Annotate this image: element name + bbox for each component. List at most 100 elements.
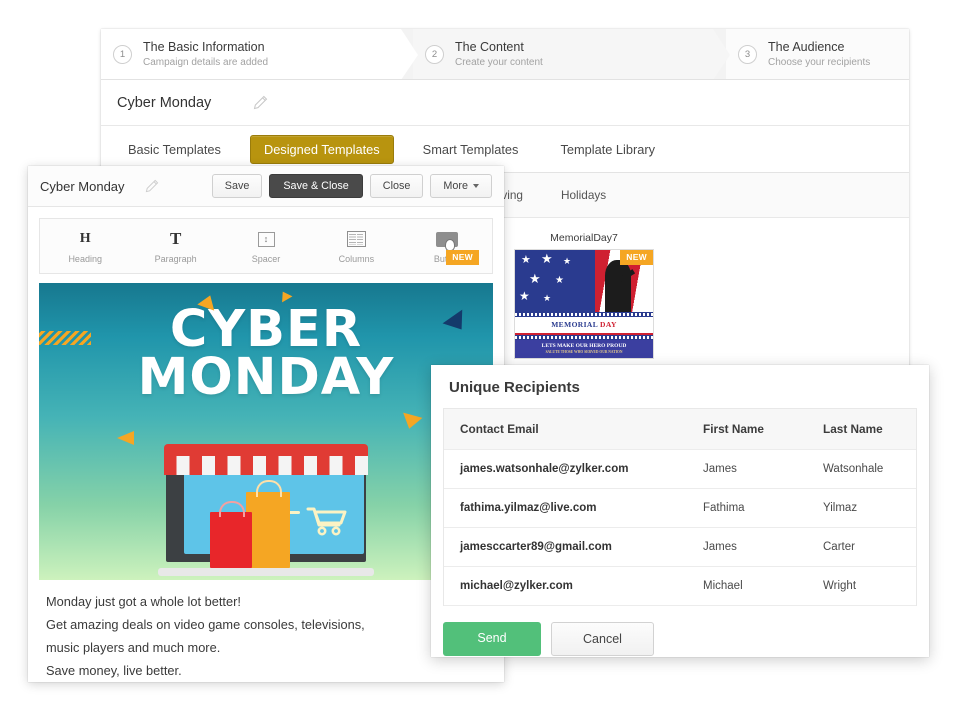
template-name: MemorialDay7 [550, 232, 618, 244]
step-basic-information[interactable]: 1 The Basic Information Campaign details… [101, 29, 418, 79]
flag-divider [515, 312, 653, 317]
cell-email: fathima.yilmaz@live.com [460, 502, 597, 514]
star-icon: ★ [555, 275, 564, 286]
shop-illustration [158, 444, 374, 580]
step-title: The Content [455, 40, 524, 55]
step-the-content[interactable]: 2 The Content Create your content [396, 29, 730, 79]
table-row[interactable]: james.watsonhale@zylker.com James Watson… [444, 450, 916, 489]
orange-shopping-bag-icon [246, 480, 290, 568]
step-subtitle: Create your content [455, 57, 543, 69]
table-row[interactable]: jamesccarter89@gmail.com James Carter [444, 528, 916, 567]
triangle-icon [399, 412, 423, 432]
zigzag-icon [39, 331, 91, 345]
cell-first-name: Fathima [703, 502, 745, 514]
cell-email: james.watsonhale@zylker.com [460, 463, 629, 475]
tool-heading[interactable]: H Heading [40, 228, 130, 264]
cell-first-name: James [703, 463, 737, 475]
memorialday-title: MEMORIAL DAY [515, 317, 653, 333]
step-number: 1 [113, 45, 132, 64]
step-title: The Basic Information [143, 40, 265, 55]
cell-last-name: Yilmaz [823, 502, 858, 514]
table-row[interactable]: fathima.yilmaz@live.com Fathima Yilmaz [444, 489, 916, 528]
page-title: Cyber Monday [117, 94, 212, 111]
tool-label: Columns [338, 254, 375, 264]
cancel-button[interactable]: Cancel [551, 622, 654, 656]
title-part-b: DAY [600, 320, 617, 329]
tool-label: Paragraph [154, 254, 197, 264]
triangle-icon [117, 431, 134, 445]
tab-template-library[interactable]: Template Library [547, 136, 668, 163]
tool-label: Heading [68, 254, 102, 264]
tool-paragraph[interactable]: T Paragraph [130, 228, 220, 264]
columns-icon [311, 228, 401, 250]
unique-recipients-dialog: Unique Recipients Contact Email First Na… [431, 365, 929, 657]
tab-basic-templates[interactable]: Basic Templates [115, 136, 234, 163]
save-button[interactable]: Save [211, 174, 263, 198]
button-icon [402, 228, 492, 251]
tool-label: Spacer [251, 254, 281, 264]
tab-designed-templates[interactable]: Designed Templates [249, 134, 394, 164]
template-thumbnail[interactable]: NEW ★ ★ ★ ★ ★ ★ ★ MEMORIAL DAY LETS MAKE… [514, 249, 654, 359]
tool-spacer[interactable]: ↕ Spacer [221, 228, 311, 264]
awning-scallop [164, 456, 368, 480]
pencil-icon[interactable] [145, 179, 159, 193]
star-icon: ★ [521, 254, 531, 266]
editor-action-buttons: Save Save & Close Close More [211, 174, 492, 198]
table-row[interactable]: michael@zylker.com Michael Wright [444, 567, 916, 606]
banner-headline-line1: CYBER [169, 300, 363, 359]
campaign-title-row: Cyber Monday [101, 80, 909, 126]
star-icon: ★ [529, 271, 541, 286]
shop-awning [164, 444, 368, 480]
shopping-cart-icon [306, 507, 347, 536]
red-shopping-bag-icon [210, 501, 252, 568]
spacer-icon: ↕ [221, 228, 311, 250]
star-icon: ★ [519, 289, 530, 303]
message-line-2: SALUTE THOSE WHO SERVED OUR NATION [545, 350, 623, 354]
column-header-last-name: Last Name [823, 422, 883, 436]
cell-first-name: James [703, 541, 737, 553]
more-button[interactable]: More [430, 174, 492, 198]
save-and-close-button[interactable]: Save & Close [269, 174, 363, 198]
column-header-contact-email: Contact Email [460, 422, 539, 436]
dialog-title: Unique Recipients [449, 379, 580, 396]
close-button[interactable]: Close [369, 174, 424, 198]
star-icon: ★ [563, 256, 572, 266]
send-button[interactable]: Send [443, 622, 541, 656]
pencil-icon[interactable] [253, 95, 268, 110]
memorialday-footer: Hi Frank, [515, 358, 653, 359]
editor-title: Cyber Monday [40, 178, 125, 194]
step-the-audience[interactable]: 3 The Audience Choose your recipients [709, 29, 909, 79]
new-badge: NEW [446, 250, 479, 265]
memorialday-message: LETS MAKE OUR HERO PROUD SALUTE THOSE WH… [515, 340, 653, 358]
dialog-actions: Send Cancel [431, 606, 929, 656]
step-number: 3 [738, 45, 757, 64]
subtab-holidays[interactable]: Holidays [561, 188, 606, 202]
step-number: 2 [425, 45, 444, 64]
email-banner-image[interactable]: CYBER MONDAY [39, 283, 493, 580]
banner-headline-line2: MONDAY [137, 348, 395, 407]
spacer-glyph: ↕ [257, 231, 275, 247]
paragraph-icon: T [130, 228, 220, 250]
message-line-1: LETS MAKE OUR HERO PROUD [541, 343, 627, 349]
tab-smart-templates[interactable]: Smart Templates [410, 136, 532, 163]
step-subtitle: Campaign details are added [143, 57, 269, 69]
cell-last-name: Carter [823, 541, 855, 553]
step-title: The Audience [768, 40, 845, 55]
star-icon: ★ [541, 251, 553, 266]
flag-divider [515, 335, 653, 340]
cell-first-name: Michael [703, 580, 743, 592]
heading-glyph: H [79, 231, 91, 246]
editor-element-toolbar: H Heading T Paragraph ↕ Spacer Columns B… [39, 218, 493, 274]
campaign-steps-bar: 1 The Basic Information Campaign details… [101, 29, 909, 80]
body-line-4: Save money, live better. [46, 663, 182, 678]
editor-header: Cyber Monday Save Save & Close Close Mor… [28, 166, 504, 207]
paragraph-glyph: T [169, 229, 182, 248]
table-header-row: Contact Email First Name Last Name [444, 409, 916, 450]
new-badge: NEW [620, 250, 653, 265]
step-subtitle: Choose your recipients [768, 57, 871, 69]
tool-columns[interactable]: Columns [311, 228, 401, 264]
column-header-first-name: First Name [703, 422, 764, 436]
more-label: More [443, 180, 468, 192]
cell-email: jamesccarter89@gmail.com [460, 541, 612, 553]
template-card-memorialday[interactable]: MemorialDay7 NEW ★ ★ ★ ★ ★ ★ ★ MEMORIAL … [514, 232, 654, 359]
